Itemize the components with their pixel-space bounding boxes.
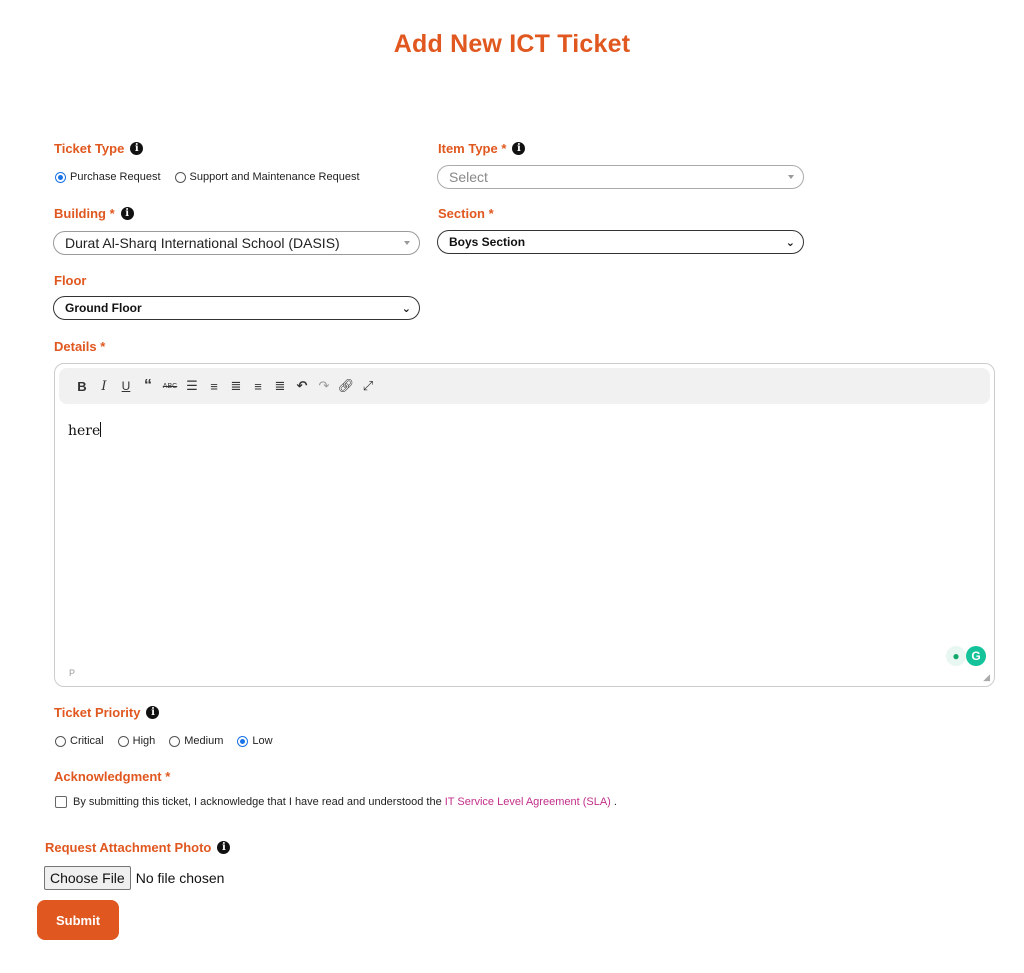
radio-label: Medium [184, 735, 224, 747]
radio-low[interactable]: Low [237, 735, 273, 747]
details-label: Details * [54, 339, 105, 354]
caret-down-icon [788, 175, 794, 179]
info-icon[interactable]: i [217, 841, 231, 854]
radio-label: Support and Maintenance Request [189, 171, 360, 183]
grammarly-icon[interactable]: G [966, 646, 986, 666]
ticket-type-label: Ticket Type i [54, 141, 144, 156]
radio-button[interactable] [55, 735, 66, 747]
strikethrough-icon[interactable]: ABC [159, 375, 181, 397]
floor-label: Floor [54, 273, 87, 288]
building-label-text: Building * [54, 206, 115, 221]
bold-icon[interactable]: B [71, 375, 93, 397]
building-value: Durat Al-Sharq International School (DAS… [65, 235, 340, 251]
priority-label: Ticket Priority i [54, 705, 160, 720]
radio-critical[interactable]: Critical [55, 735, 104, 747]
bullet-list-icon[interactable]: ☰ [181, 375, 203, 397]
radio-support-maintenance-request[interactable]: Support and Maintenance Request [174, 171, 360, 183]
link-icon[interactable]: 🔗︎ [335, 375, 357, 397]
fullscreen-icon[interactable]: ⤢ [357, 375, 379, 397]
editor-content[interactable]: here [68, 422, 102, 439]
building-label: Building * i [54, 206, 134, 221]
align-right-icon[interactable]: ≣ [269, 375, 291, 397]
text-cursor [100, 422, 102, 437]
chevron-down-icon: ⌄ [785, 237, 795, 249]
chevron-down-icon: ⌄ [401, 303, 411, 315]
priority-label-text: Ticket Priority [54, 705, 141, 720]
file-input: Choose File No file chosen [44, 866, 224, 890]
italic-icon[interactable]: I [93, 375, 115, 397]
underline-icon[interactable]: U [115, 375, 137, 397]
radio-purchase-request[interactable]: Purchase Request [55, 171, 161, 183]
radio-label: Purchase Request [70, 171, 161, 183]
radio-button[interactable] [237, 735, 249, 747]
radio-high[interactable]: High [117, 735, 156, 747]
item-type-select[interactable]: Select [437, 165, 804, 189]
radio-label: Low [252, 735, 273, 747]
caret-down-icon [404, 241, 410, 245]
grammarly-bulb-icon[interactable]: ● [946, 646, 966, 666]
priority-radio-group: Critical High Medium Low [55, 735, 287, 747]
radio-button[interactable] [117, 735, 129, 747]
details-editor[interactable]: B I U “ ABC ☰ ≡ ≣ ≡ ≣ ↶ ↷ 🔗︎ ⤢ here ● G … [54, 363, 995, 687]
item-type-placeholder: Select [449, 169, 488, 185]
resize-handle-icon[interactable]: ◢ [983, 672, 990, 683]
radio-button[interactable] [174, 171, 186, 183]
editor-text: here [68, 423, 101, 439]
numbered-list-icon[interactable]: ≡ [203, 375, 225, 397]
ticket-type-radio-group: Purchase Request Support and Maintenance… [55, 171, 374, 183]
file-status: No file chosen [135, 870, 225, 886]
acknowledgment-checkbox[interactable] [55, 796, 67, 808]
floor-label-text: Floor [54, 273, 87, 288]
quote-icon[interactable]: “ [137, 375, 159, 397]
redo-icon[interactable]: ↷ [313, 375, 335, 397]
submit-button[interactable]: Submit [37, 900, 119, 940]
section-value: Boys Section [449, 235, 526, 249]
section-label: Section * [438, 206, 494, 221]
section-select[interactable]: Boys Section ⌄ [437, 230, 804, 254]
item-type-label: Item Type * i [438, 141, 526, 156]
acknowledgment-label: Acknowledgment * [54, 769, 170, 784]
acknowledgment-text: By submitting this ticket, I acknowledge… [73, 796, 442, 808]
building-select[interactable]: Durat Al-Sharq International School (DAS… [53, 231, 420, 255]
info-icon[interactable]: i [146, 706, 160, 719]
radio-button[interactable] [169, 735, 181, 747]
undo-icon[interactable]: ↶ [291, 375, 313, 397]
acknowledgment-label-text: Acknowledgment * [54, 769, 171, 784]
radio-label: High [132, 735, 156, 747]
attachment-label-text: Request Attachment Photo [45, 840, 212, 855]
radio-medium[interactable]: Medium [169, 735, 223, 747]
info-icon[interactable]: i [512, 142, 526, 155]
floor-value: Ground Floor [65, 301, 142, 315]
choose-file-button[interactable]: Choose File [44, 866, 131, 890]
acknowledgment-suffix: . [613, 796, 617, 808]
radio-button[interactable] [55, 171, 66, 183]
align-center-icon[interactable]: ≡ [247, 375, 269, 397]
acknowledgment-row: By submitting this ticket, I acknowledge… [55, 796, 617, 808]
page-title: Add New ICT Ticket [393, 30, 631, 58]
align-left-icon[interactable]: ≣ [225, 375, 247, 397]
editor-status-path: P [69, 668, 76, 678]
section-label-text: Section * [438, 206, 494, 221]
info-icon[interactable]: i [130, 142, 144, 155]
item-type-label-text: Item Type * [438, 141, 507, 156]
details-label-text: Details * [54, 339, 106, 354]
info-icon[interactable]: i [120, 207, 134, 220]
radio-label: Critical [70, 735, 104, 747]
ticket-type-label-text: Ticket Type [54, 141, 125, 156]
floor-select[interactable]: Ground Floor ⌄ [53, 296, 420, 320]
editor-toolbar: B I U “ ABC ☰ ≡ ≣ ≡ ≣ ↶ ↷ 🔗︎ ⤢ [59, 368, 990, 404]
sla-link[interactable]: IT Service Level Agreement (SLA) [445, 796, 611, 808]
attachment-label: Request Attachment Photo i [45, 840, 231, 855]
